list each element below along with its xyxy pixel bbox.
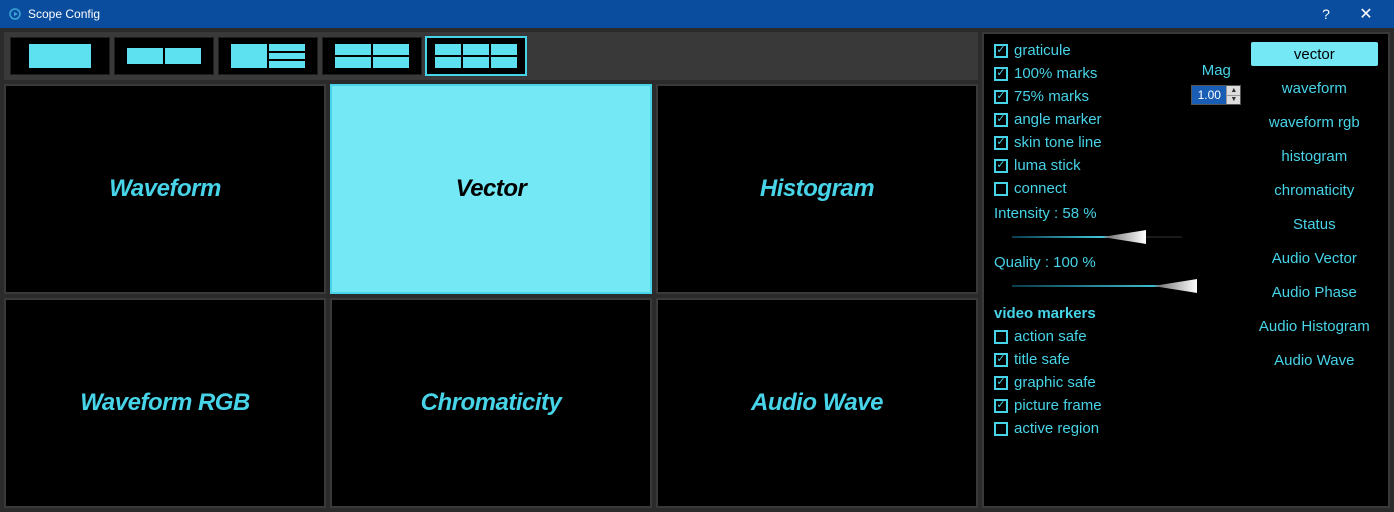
layout-4[interactable] xyxy=(322,37,422,75)
checkbox-row[interactable]: ✓ angle marker xyxy=(994,111,1182,128)
layout-2[interactable] xyxy=(114,37,214,75)
checkbox-label: angle marker xyxy=(1014,111,1102,128)
checkbox-label: title safe xyxy=(1014,351,1070,368)
checkbox-row[interactable]: ✓ graphic safe xyxy=(994,374,1182,391)
quality-slider[interactable] xyxy=(994,277,1182,295)
checkbox-row[interactable]: ✓ luma stick xyxy=(994,157,1182,174)
checkbox-label: active region xyxy=(1014,420,1099,437)
checkbox-icon: ✓ xyxy=(994,376,1008,390)
checkbox-row[interactable]: ✓ graticule xyxy=(994,42,1182,59)
layout-strip xyxy=(4,32,978,80)
app-icon xyxy=(8,7,22,21)
checkbox-row[interactable]: ✓ skin tone line xyxy=(994,134,1182,151)
quality-label: Quality : 100 % xyxy=(994,254,1182,271)
checkbox-label: action safe xyxy=(1014,328,1087,345)
checkbox-label: skin tone line xyxy=(1014,134,1102,151)
scope-cell[interactable]: Chromaticity xyxy=(330,298,652,508)
video-markers-heading: video markers xyxy=(994,305,1182,322)
layout-3[interactable] xyxy=(218,37,318,75)
intensity-slider[interactable] xyxy=(994,228,1182,246)
scope-type-button[interactable]: Audio Wave xyxy=(1251,348,1378,372)
mag-spinner[interactable]: ▲▼ xyxy=(1191,85,1241,105)
window-title: Scope Config xyxy=(28,7,100,21)
scope-cell[interactable]: Waveform xyxy=(4,84,326,294)
options-column: ✓ graticule ✓ 100% marks ✓ 75% marks ✓ angle ma… xyxy=(994,42,1182,498)
checkbox-icon xyxy=(994,330,1008,344)
checkbox-label: connect xyxy=(1014,180,1067,197)
scope-type-button[interactable]: chromaticity xyxy=(1251,178,1378,202)
scope-type-button[interactable]: waveform rgb xyxy=(1251,110,1378,134)
scope-cell[interactable]: Vector xyxy=(330,84,652,294)
checkbox-row[interactable]: active region xyxy=(994,420,1182,437)
checkbox-label: luma stick xyxy=(1014,157,1081,174)
checkbox-label: graphic safe xyxy=(1014,374,1096,391)
scope-type-button[interactable]: waveform xyxy=(1251,76,1378,100)
checkbox-icon: ✓ xyxy=(994,136,1008,150)
checkbox-row[interactable]: action safe xyxy=(994,328,1182,345)
scope-cell[interactable]: Histogram xyxy=(656,84,978,294)
layout-1[interactable] xyxy=(10,37,110,75)
checkbox-label: picture frame xyxy=(1014,397,1102,414)
checkbox-label: 100% marks xyxy=(1014,65,1097,82)
type-column: vector waveform waveform rgb histogram chrom… xyxy=(1251,42,1378,498)
layout-5[interactable] xyxy=(426,37,526,75)
mag-down[interactable]: ▼ xyxy=(1226,96,1240,105)
checkbox-icon xyxy=(994,182,1008,196)
checkbox-row[interactable]: ✓ 75% marks xyxy=(994,88,1182,105)
checkbox-row[interactable]: ✓ picture frame xyxy=(994,397,1182,414)
checkbox-icon: ✓ xyxy=(994,399,1008,413)
checkbox-label: graticule xyxy=(1014,42,1071,59)
checkbox-row[interactable]: connect xyxy=(994,180,1182,197)
close-button[interactable]: ✕ xyxy=(1346,0,1386,28)
checkbox-row[interactable]: ✓ 100% marks xyxy=(994,65,1182,82)
help-button[interactable]: ? xyxy=(1306,0,1346,28)
intensity-label: Intensity : 58 % xyxy=(994,205,1182,222)
mag-input[interactable] xyxy=(1192,86,1226,104)
scope-type-button[interactable]: Audio Vector xyxy=(1251,246,1378,270)
scope-type-button[interactable]: histogram xyxy=(1251,144,1378,168)
checkbox-icon: ✓ xyxy=(994,90,1008,104)
scope-cell[interactable]: Waveform RGB xyxy=(4,298,326,508)
right-panel: ✓ graticule ✓ 100% marks ✓ 75% marks ✓ angle ma… xyxy=(982,32,1390,508)
checkbox-label: 75% marks xyxy=(1014,88,1089,105)
mag-up[interactable]: ▲ xyxy=(1226,86,1240,96)
scope-type-button[interactable]: vector xyxy=(1251,42,1378,66)
checkbox-icon: ✓ xyxy=(994,67,1008,81)
mag-column: Mag ▲▼ xyxy=(1190,42,1243,498)
checkbox-icon xyxy=(994,422,1008,436)
scope-grid: WaveformVectorHistogram Waveform RGBChrom… xyxy=(4,84,978,508)
scope-type-button[interactable]: Audio Phase xyxy=(1251,280,1378,304)
scope-type-button[interactable]: Audio Histogram xyxy=(1251,314,1378,338)
checkbox-row[interactable]: ✓ title safe xyxy=(994,351,1182,368)
titlebar: Scope Config ? ✕ xyxy=(0,0,1394,28)
scope-cell[interactable]: Audio Wave xyxy=(656,298,978,508)
checkbox-icon: ✓ xyxy=(994,353,1008,367)
checkbox-icon: ✓ xyxy=(994,159,1008,173)
scope-type-button[interactable]: Status xyxy=(1251,212,1378,236)
checkbox-icon: ✓ xyxy=(994,113,1008,127)
checkbox-icon: ✓ xyxy=(994,44,1008,58)
mag-label: Mag xyxy=(1202,62,1231,79)
